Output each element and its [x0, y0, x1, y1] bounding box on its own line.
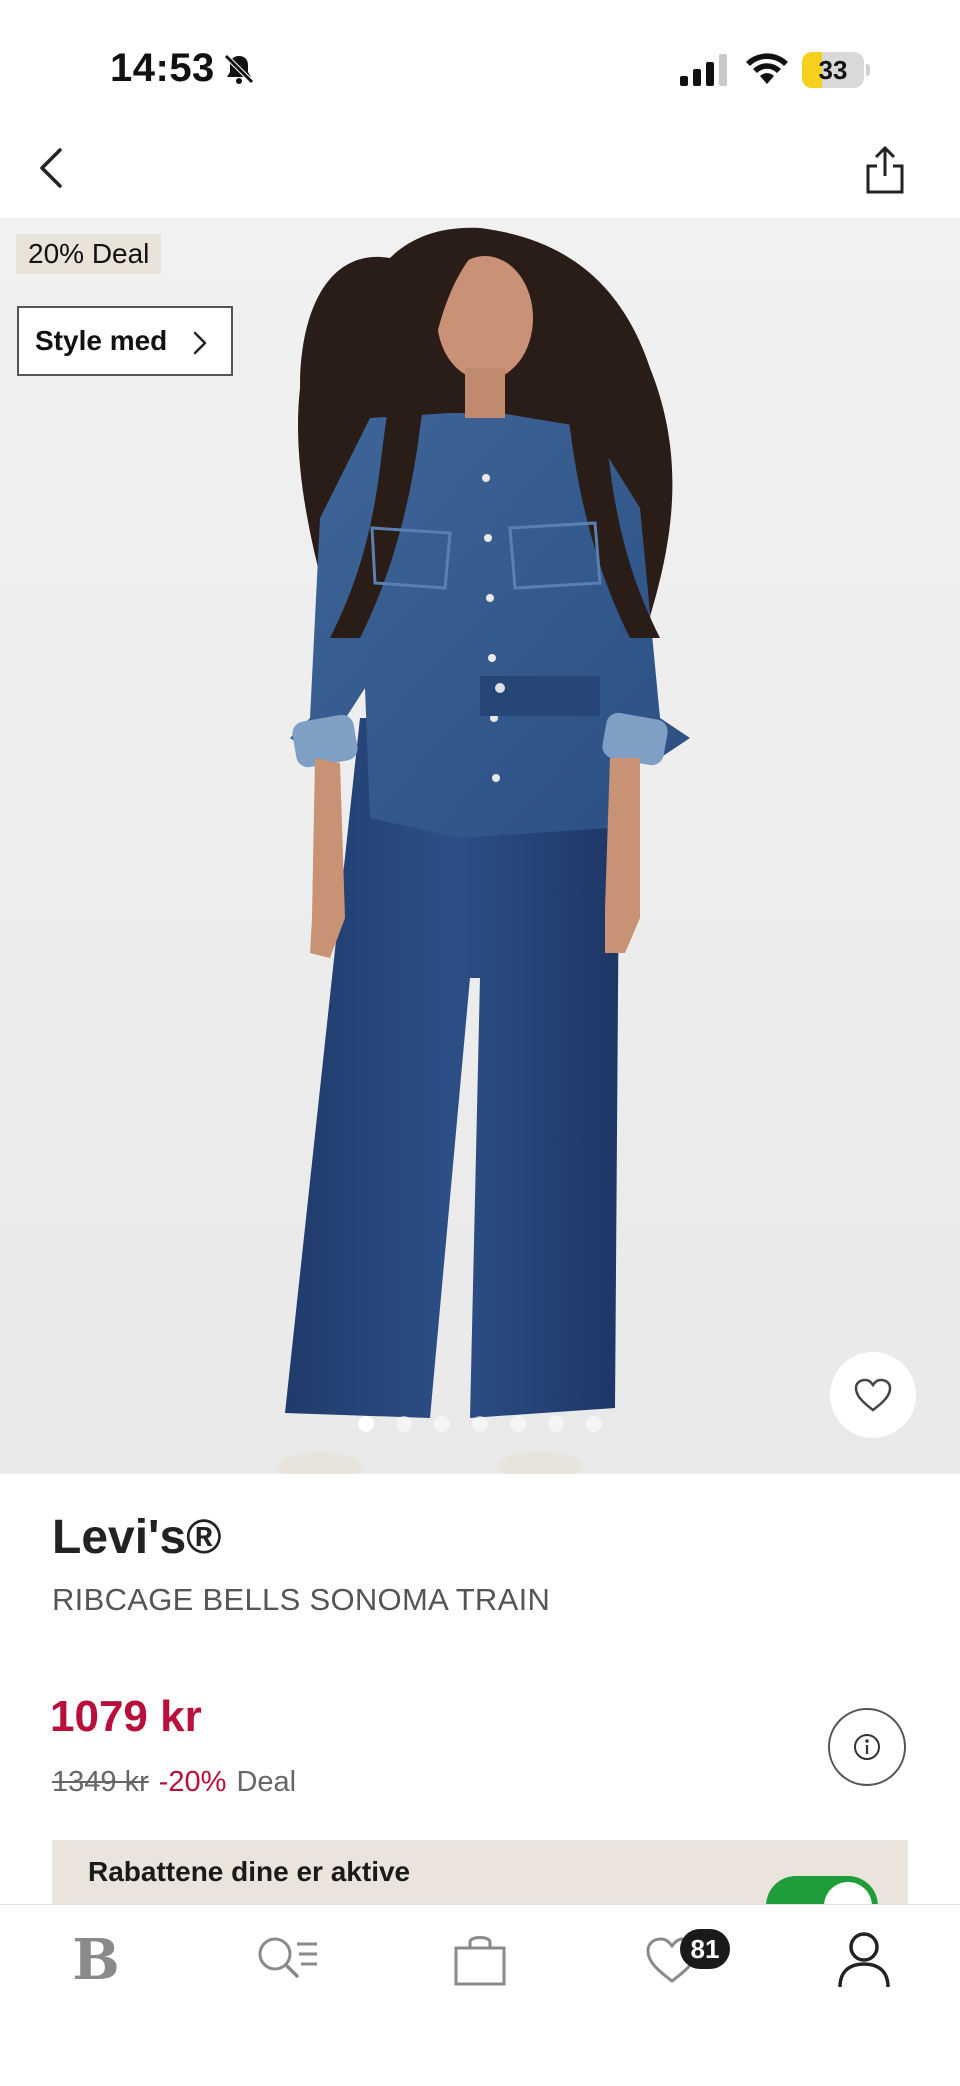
discount-banner-text: Rabattene dine er aktive	[88, 1856, 411, 1887]
product-photo	[0, 218, 960, 1474]
style-med-button[interactable]: Style med	[17, 306, 233, 376]
carousel-dot[interactable]	[396, 1416, 412, 1432]
search-list-icon	[258, 1937, 317, 1978]
deal-label: Deal	[236, 1766, 297, 1798]
price-details: 1349 kr -20% Deal	[52, 1766, 296, 1799]
discount-toggle[interactable]	[766, 1876, 878, 1904]
shopping-bag-icon	[454, 1936, 506, 1986]
cellular-signal-icon	[680, 54, 727, 86]
tab-home[interactable]: B	[0, 1905, 192, 2015]
tab-bar: B 81	[0, 1904, 960, 2086]
product-image-carousel[interactable]: 20% Deal Style med	[0, 218, 960, 1474]
carousel-dot[interactable]	[548, 1416, 564, 1432]
brand-logo-icon: B	[72, 1927, 120, 1993]
tab-bag[interactable]	[384, 1905, 576, 2015]
product-price: 1079 kr	[50, 1692, 202, 1741]
wifi-icon	[746, 53, 788, 84]
carousel-dot[interactable]	[586, 1416, 602, 1432]
tab-profile[interactable]	[768, 1905, 960, 2015]
tab-search[interactable]	[192, 1905, 384, 2015]
favorites-count-badge: 81	[680, 1929, 730, 1969]
heart-icon	[854, 1378, 892, 1412]
info-icon	[854, 1734, 880, 1760]
bell-off-icon	[224, 54, 254, 84]
status-time: 14:53	[110, 46, 215, 90]
battery-level: 33	[818, 55, 848, 85]
old-price: 1349 kr	[52, 1766, 149, 1798]
deal-tag: 20% Deal	[16, 234, 162, 274]
discount-banner: Rabattene dine er aktive	[52, 1840, 908, 1904]
status-bar: 14:53 33	[0, 0, 960, 130]
favorite-button[interactable]	[830, 1352, 916, 1438]
tab-favorites[interactable]: 81	[576, 1905, 768, 2015]
product-name: RIBCAGE BELLS SONOMA TRAIN	[52, 1582, 551, 1617]
product-page: 14:53 33 20% Deal Style med Levi's® RIBC…	[0, 0, 960, 2086]
carousel-dot[interactable]	[358, 1416, 374, 1432]
discount-percent: -20%	[158, 1766, 227, 1798]
chevron-right-icon	[193, 331, 207, 355]
product-brand[interactable]: Levi's®	[52, 1510, 222, 1565]
carousel-dot[interactable]	[434, 1416, 450, 1432]
price-info-button[interactable]	[828, 1708, 906, 1786]
chevron-left-icon[interactable]	[30, 138, 74, 198]
toggle-knob	[824, 1882, 872, 1904]
carousel-dots[interactable]	[0, 1416, 960, 1432]
carousel-dot[interactable]	[510, 1416, 526, 1432]
style-med-label: Style med	[35, 325, 168, 356]
carousel-dot[interactable]	[472, 1416, 488, 1432]
profile-icon	[838, 1932, 890, 1988]
battery-indicator: 33	[802, 52, 870, 88]
share-icon[interactable]	[862, 142, 908, 198]
